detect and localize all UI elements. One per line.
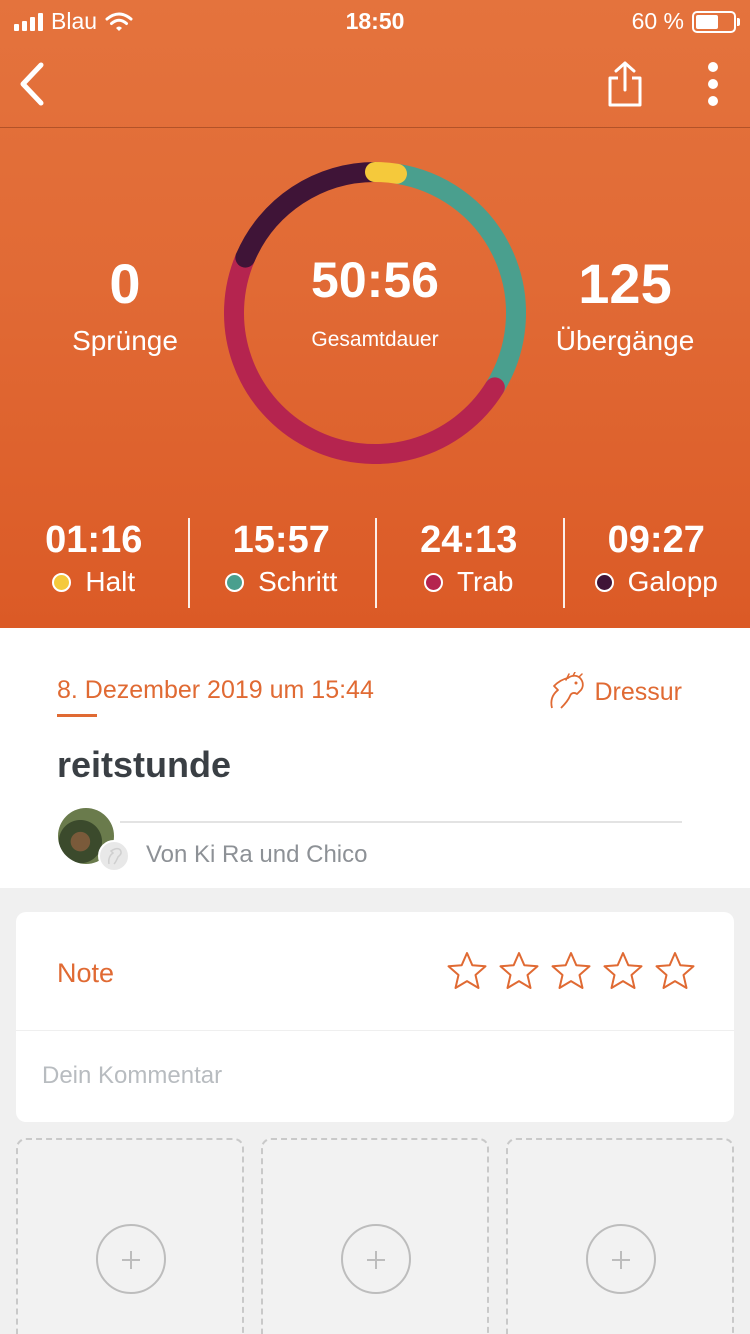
horse-head-icon <box>550 672 585 709</box>
gait-time: 09:27 <box>607 519 705 561</box>
transitions-label: Übergänge <box>555 325 695 356</box>
star-icon-1[interactable] <box>446 950 488 992</box>
total-duration-label: Gesamtdauer <box>311 328 439 351</box>
ride-summary-header: Blau 18:50 60 % 0 Sprünge 50:56 Gesamtda… <box>0 0 750 628</box>
gait-distribution-ring <box>224 162 526 464</box>
add-photo-slot-3[interactable] <box>506 1138 734 1334</box>
halt-color-dot <box>52 572 72 592</box>
add-photo-slot-1[interactable] <box>16 1138 244 1334</box>
gait-name: Halt <box>85 566 136 597</box>
discipline-tag[interactable]: Dressur <box>544 672 682 712</box>
star-icon-4[interactable] <box>602 950 644 992</box>
ride-info-section: 8. Dezember 2019 um 15:44 Dressur reitst… <box>0 628 750 888</box>
transitions-stat: 125 Übergänge <box>530 254 720 358</box>
chevron-left-icon <box>20 62 44 106</box>
jumps-label: Sprünge <box>72 325 178 356</box>
discipline-label: Dressur <box>594 677 682 706</box>
transitions-count: 125 <box>578 252 672 315</box>
rating-card: Note <box>16 912 734 1122</box>
trab-color-dot <box>423 572 443 592</box>
gait-time: 24:13 <box>420 519 518 561</box>
comment-input[interactable] <box>42 1062 702 1090</box>
ride-date[interactable]: 8. Dezember 2019 um 15:44 <box>57 676 374 705</box>
status-bar: Blau 18:50 60 % <box>0 0 750 40</box>
ring-segment-galopp <box>235 162 385 268</box>
gait-breakdown: 01:16 Halt 15:57 Schritt 24:13 Trab 09:2… <box>0 516 750 608</box>
add-photo-slot-2[interactable] <box>261 1138 489 1334</box>
star-icon-2[interactable] <box>498 950 540 992</box>
gait-schritt: 15:57 Schritt <box>187 516 376 608</box>
jumps-count: 0 <box>109 252 141 315</box>
plus-circle-icon <box>96 1224 166 1294</box>
jumps-stat: 0 Sprünge <box>45 254 205 358</box>
more-vertical-icon <box>708 62 718 106</box>
star-rating <box>446 950 696 992</box>
navigation-bar <box>0 40 750 128</box>
share-button[interactable] <box>597 56 653 112</box>
horse-placeholder-icon <box>108 847 122 865</box>
ring-segment-halt <box>365 162 407 184</box>
gait-time: 15:57 <box>232 519 330 561</box>
star-icon-3[interactable] <box>550 950 592 992</box>
star-icon-5[interactable] <box>654 950 696 992</box>
ride-byline: Von Ki Ra und Chico <box>146 841 368 868</box>
battery-percent: 60 % <box>631 8 684 34</box>
gait-name: Trab <box>456 566 514 597</box>
gait-galopp: 09:27 Galopp <box>562 516 750 608</box>
schritt-color-dot <box>225 572 245 592</box>
plus-circle-icon <box>341 1224 411 1294</box>
card-divider <box>16 1030 734 1031</box>
rating-label: Note <box>57 958 115 988</box>
ride-title[interactable]: reitstunde <box>57 744 231 786</box>
gait-trab: 24:13 Trab <box>375 516 563 608</box>
gait-halt: 01:16 Halt <box>0 516 188 608</box>
share-icon <box>608 61 642 107</box>
plus-circle-icon <box>586 1224 656 1294</box>
gait-time: 01:16 <box>45 519 143 561</box>
more-options-button[interactable] <box>685 56 741 112</box>
byline-divider <box>120 821 682 823</box>
date-underline <box>57 714 97 717</box>
horse-avatar[interactable] <box>98 840 130 872</box>
battery-icon <box>692 10 740 33</box>
total-duration: 50:56 <box>311 252 439 308</box>
gait-name: Schritt <box>258 566 338 597</box>
galopp-color-dot <box>594 572 614 592</box>
gait-name: Galopp <box>627 566 718 597</box>
back-button[interactable] <box>4 56 60 112</box>
